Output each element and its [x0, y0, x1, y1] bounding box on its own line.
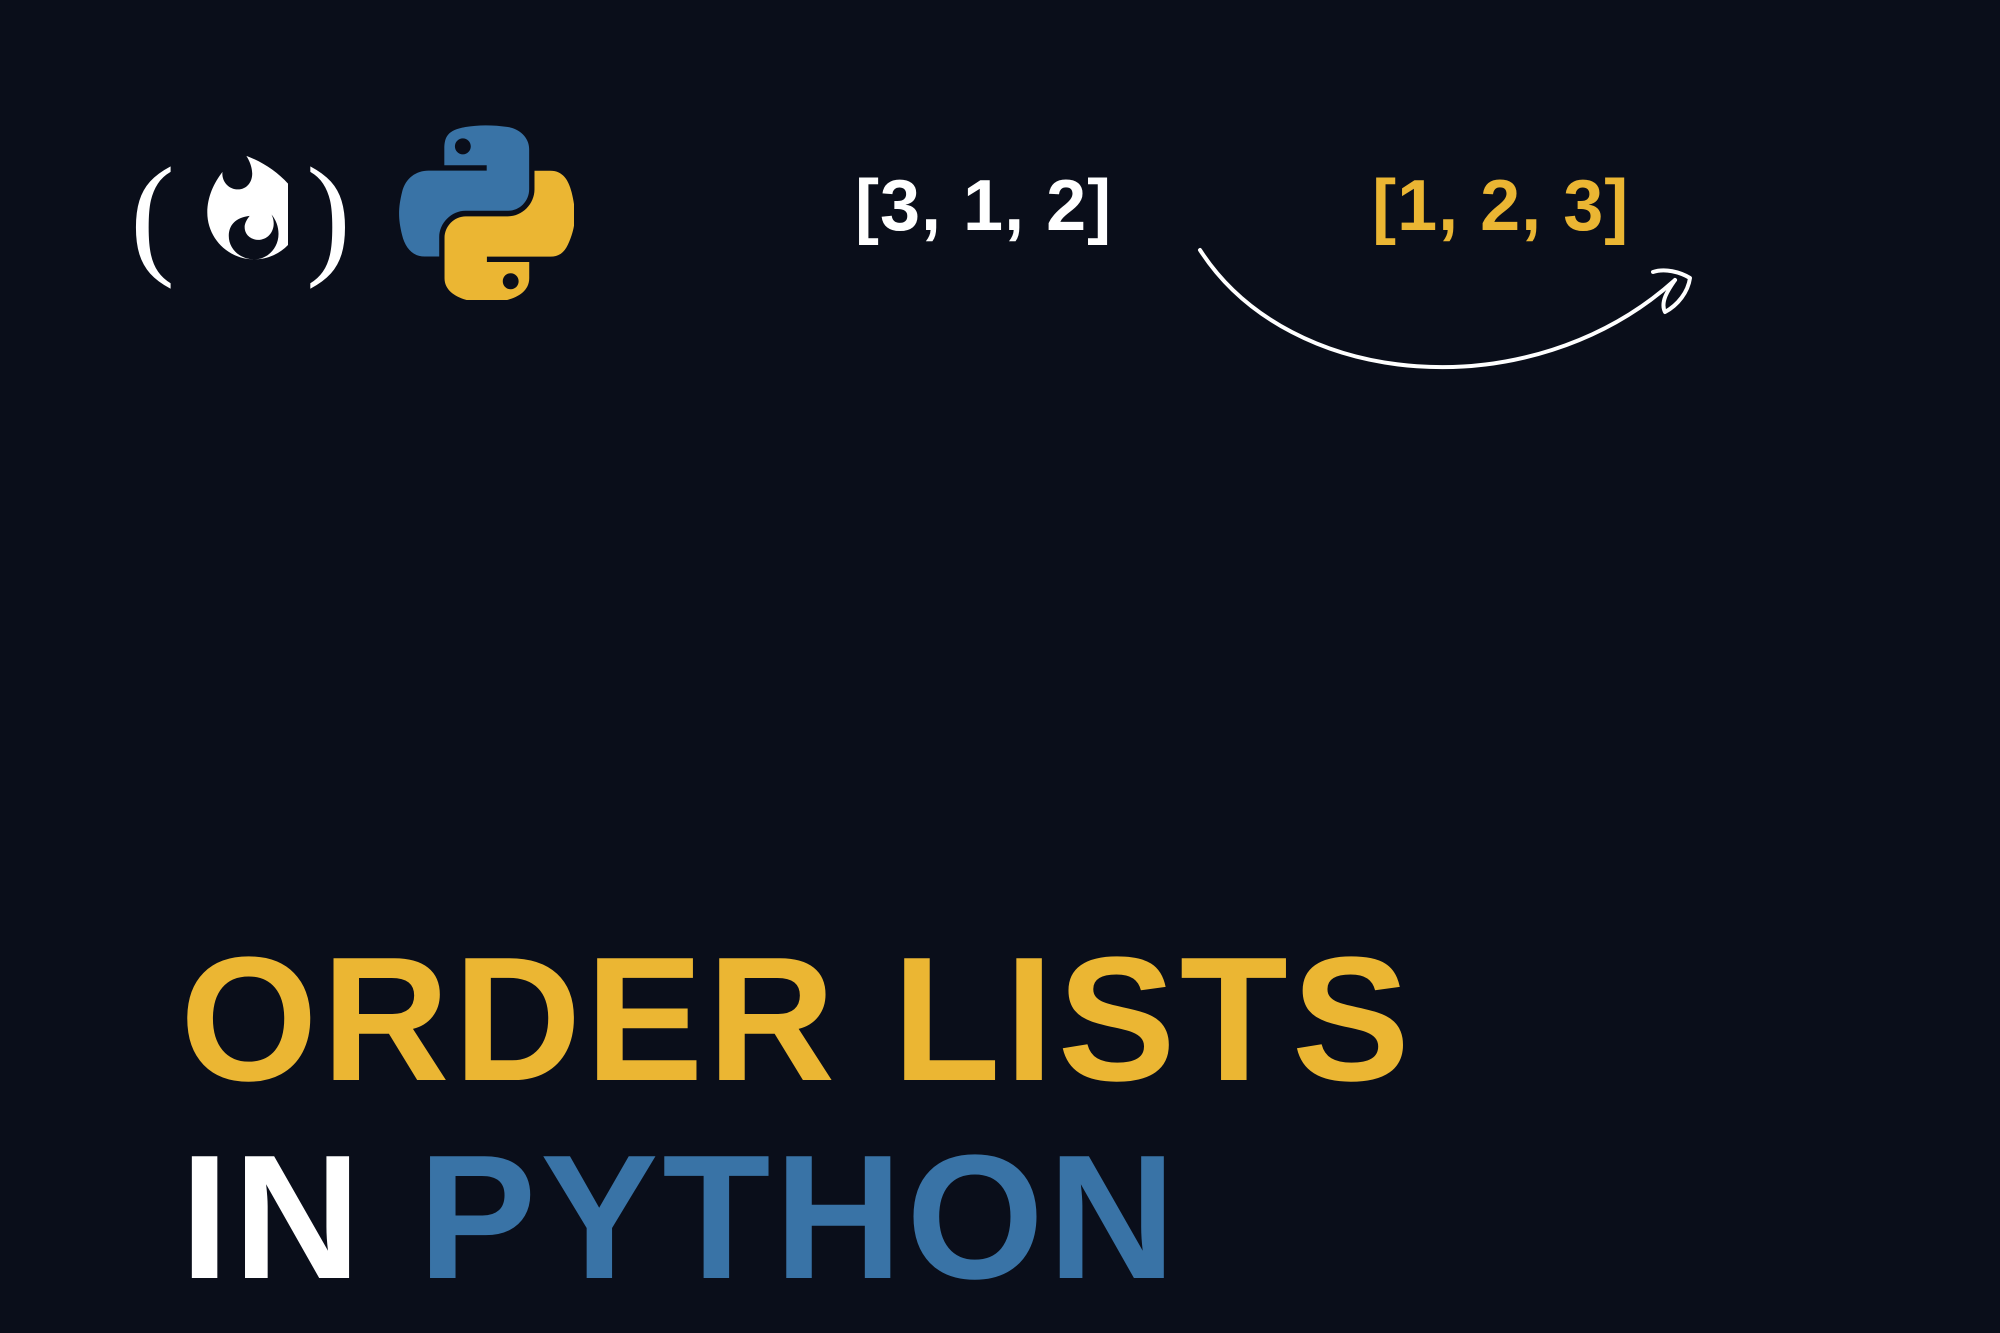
freecodecamp-logo: ( ) — [130, 138, 351, 293]
arrow-icon — [1170, 230, 1750, 430]
title-line-2: IN PYTHON — [180, 1118, 1414, 1316]
title-word-python: PYTHON — [418, 1118, 1180, 1316]
unsorted-list-text: [3, 1, 2] — [855, 165, 1112, 247]
main-title: ORDER LISTS IN PYTHON — [180, 920, 1414, 1316]
left-paren: ( — [130, 138, 175, 293]
title-line-1: ORDER LISTS — [180, 920, 1414, 1118]
title-word-in: IN — [180, 1118, 365, 1316]
logo-row: ( ) — [130, 125, 574, 305]
flame-icon — [175, 150, 306, 280]
python-logo-icon — [399, 125, 574, 305]
right-paren: ) — [306, 138, 351, 293]
